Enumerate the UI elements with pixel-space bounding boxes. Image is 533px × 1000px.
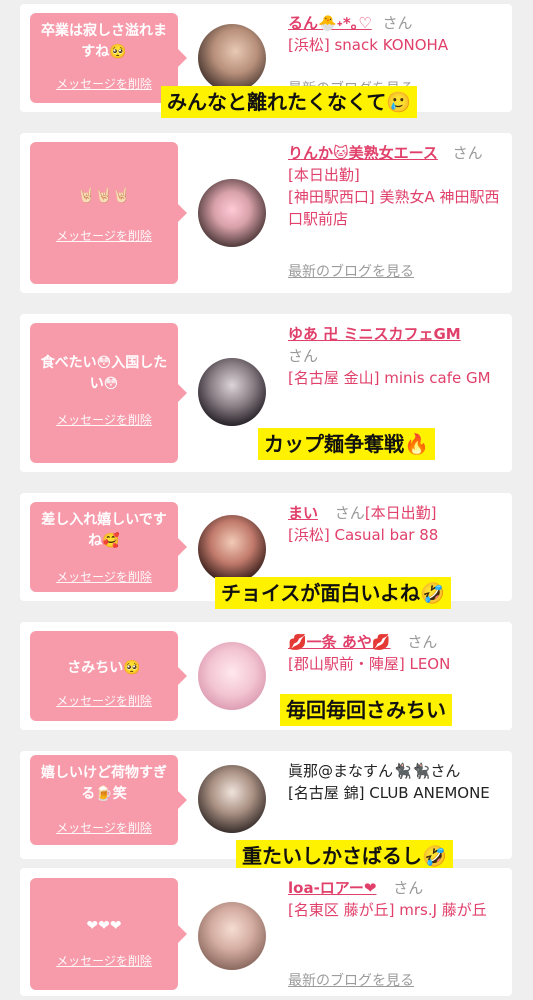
message-text: 🤘🏻🤘🏻🤘🏻 [77, 188, 131, 204]
message-text: ❤❤❤ [86, 918, 122, 934]
shop-name[interactable]: [郡山駅前・陣屋] LEON [288, 655, 450, 673]
avatar[interactable] [198, 642, 266, 710]
delete-message-link[interactable]: メッセージを削除 [30, 692, 178, 709]
message-text: 卒業は寂しさ溢れますね🥺 [41, 23, 167, 60]
avatar[interactable] [198, 515, 266, 583]
honorific: さん [334, 504, 365, 522]
shop-name[interactable]: [名古屋 錦] CLUB ANEMONE [288, 784, 490, 802]
message-text: 食べたい😳入国したい😳 [40, 355, 168, 392]
shop-name[interactable]: [神田駅西口] 美熟女A 神田駅西口駅前店 [288, 188, 500, 228]
honorific: さん [393, 879, 424, 897]
shop-name[interactable]: [名古屋 金山] minis cafe GM [288, 369, 491, 387]
message-bubble: さみちい🥺 メッセージを削除 [30, 631, 187, 721]
delete-message-link[interactable]: メッセージを削除 [30, 568, 178, 585]
blog-link[interactable]: 最新のブログを見る [288, 261, 414, 281]
work-status: [本日出勤] [288, 166, 360, 184]
delete-message-link[interactable]: メッセージを削除 [30, 819, 178, 836]
message-bubble: 🤘🏻🤘🏻🤘🏻 メッセージを削除 [30, 142, 187, 284]
cast-info: りんか🐱美熟女エース さん [本日出勤] [神田駅西口] 美熟女A 神田駅西口駅… [288, 142, 502, 230]
cast-name-link[interactable]: 💋一条 あや💋 [288, 633, 391, 651]
cast-name-link[interactable]: まい [288, 504, 318, 522]
avatar[interactable] [198, 902, 266, 970]
message-card: ❤❤❤ メッセージを削除 loa-ロアー❤ さん [名東区 藤が丘] mrs.J… [20, 868, 512, 996]
message-bubble: 卒業は寂しさ溢れますね🥺 メッセージを削除 [30, 13, 187, 103]
avatar[interactable] [198, 765, 266, 833]
work-status: [本日出勤] [364, 504, 437, 522]
avatar[interactable] [198, 358, 266, 426]
cast-name-link[interactable]: ゆあ 卍 ミニスカフェGM [288, 325, 461, 343]
delete-message-link[interactable]: メッセージを削除 [30, 75, 178, 92]
cast-info: ゆあ 卍 ミニスカフェGM さん [名古屋 金山] minis cafe GM [288, 323, 502, 389]
message-bubble: 差し入れ嬉しいですね🥰 メッセージを削除 [30, 502, 187, 592]
honorific: さん [288, 347, 319, 365]
cast-name-link[interactable]: loa-ロアー❤ [288, 879, 376, 897]
shop-name[interactable]: [名東区 藤が丘] mrs.J 藤が丘 [288, 901, 487, 919]
message-text: 嬉しいけど荷物すぎる🍺笑 [41, 765, 167, 802]
cast-info: loa-ロアー❤ さん [名東区 藤が丘] mrs.J 藤が丘 [288, 877, 502, 921]
message-text: 差し入れ嬉しいですね🥰 [41, 512, 167, 549]
cast-info: 眞那@まなすん🐈‍⬛🐈‍⬛さん [名古屋 錦] CLUB ANEMONE [288, 760, 502, 804]
cast-info: るん🐣˖*｡♡ さん [浜松] snack KONOHA [288, 12, 502, 56]
blog-link[interactable]: 最新のブログを見る [288, 970, 414, 990]
honorific: さん [430, 762, 461, 780]
caption-overlay: チョイスが面白いよね🤣 [215, 577, 451, 609]
cast-info: 💋一条 あや💋 さん [郡山駅前・陣屋] LEON [288, 631, 502, 675]
message-bubble: 食べたい😳入国したい😳 メッセージを削除 [30, 323, 187, 463]
honorific: さん [407, 633, 438, 651]
honorific: さん [382, 14, 413, 32]
caption-overlay: カップ麺争奪戦🔥 [258, 428, 435, 460]
cast-name-link[interactable]: りんか🐱美熟女エース [288, 144, 438, 162]
message-card: 🤘🏻🤘🏻🤘🏻 メッセージを削除 りんか🐱美熟女エース さん [本日出勤] [神田… [20, 133, 512, 293]
message-bubble: ❤❤❤ メッセージを削除 [30, 878, 187, 990]
message-text: さみちい🥺 [67, 660, 141, 676]
delete-message-link[interactable]: メッセージを削除 [30, 411, 178, 428]
message-bubble: 嬉しいけど荷物すぎる🍺笑 メッセージを削除 [30, 755, 187, 845]
avatar[interactable] [198, 179, 266, 247]
delete-message-link[interactable]: メッセージを削除 [30, 227, 178, 244]
avatar[interactable] [198, 24, 266, 92]
caption-overlay: 毎回毎回さみちい [280, 694, 452, 726]
cast-name-link[interactable]: 眞那@まなすん🐈‍⬛🐈‍⬛ [288, 762, 430, 780]
shop-name[interactable]: [浜松] Casual bar 88 [288, 526, 438, 544]
shop-name[interactable]: [浜松] snack KONOHA [288, 36, 448, 54]
cast-info: まい さん[本日出勤] [浜松] Casual bar 88 [288, 502, 502, 546]
honorific: さん [452, 144, 483, 162]
delete-message-link[interactable]: メッセージを削除 [30, 952, 178, 969]
caption-overlay: みんなと離れたくなくて🥲 [161, 86, 418, 118]
cast-name-link[interactable]: るん🐣˖*｡♡ [288, 14, 372, 32]
